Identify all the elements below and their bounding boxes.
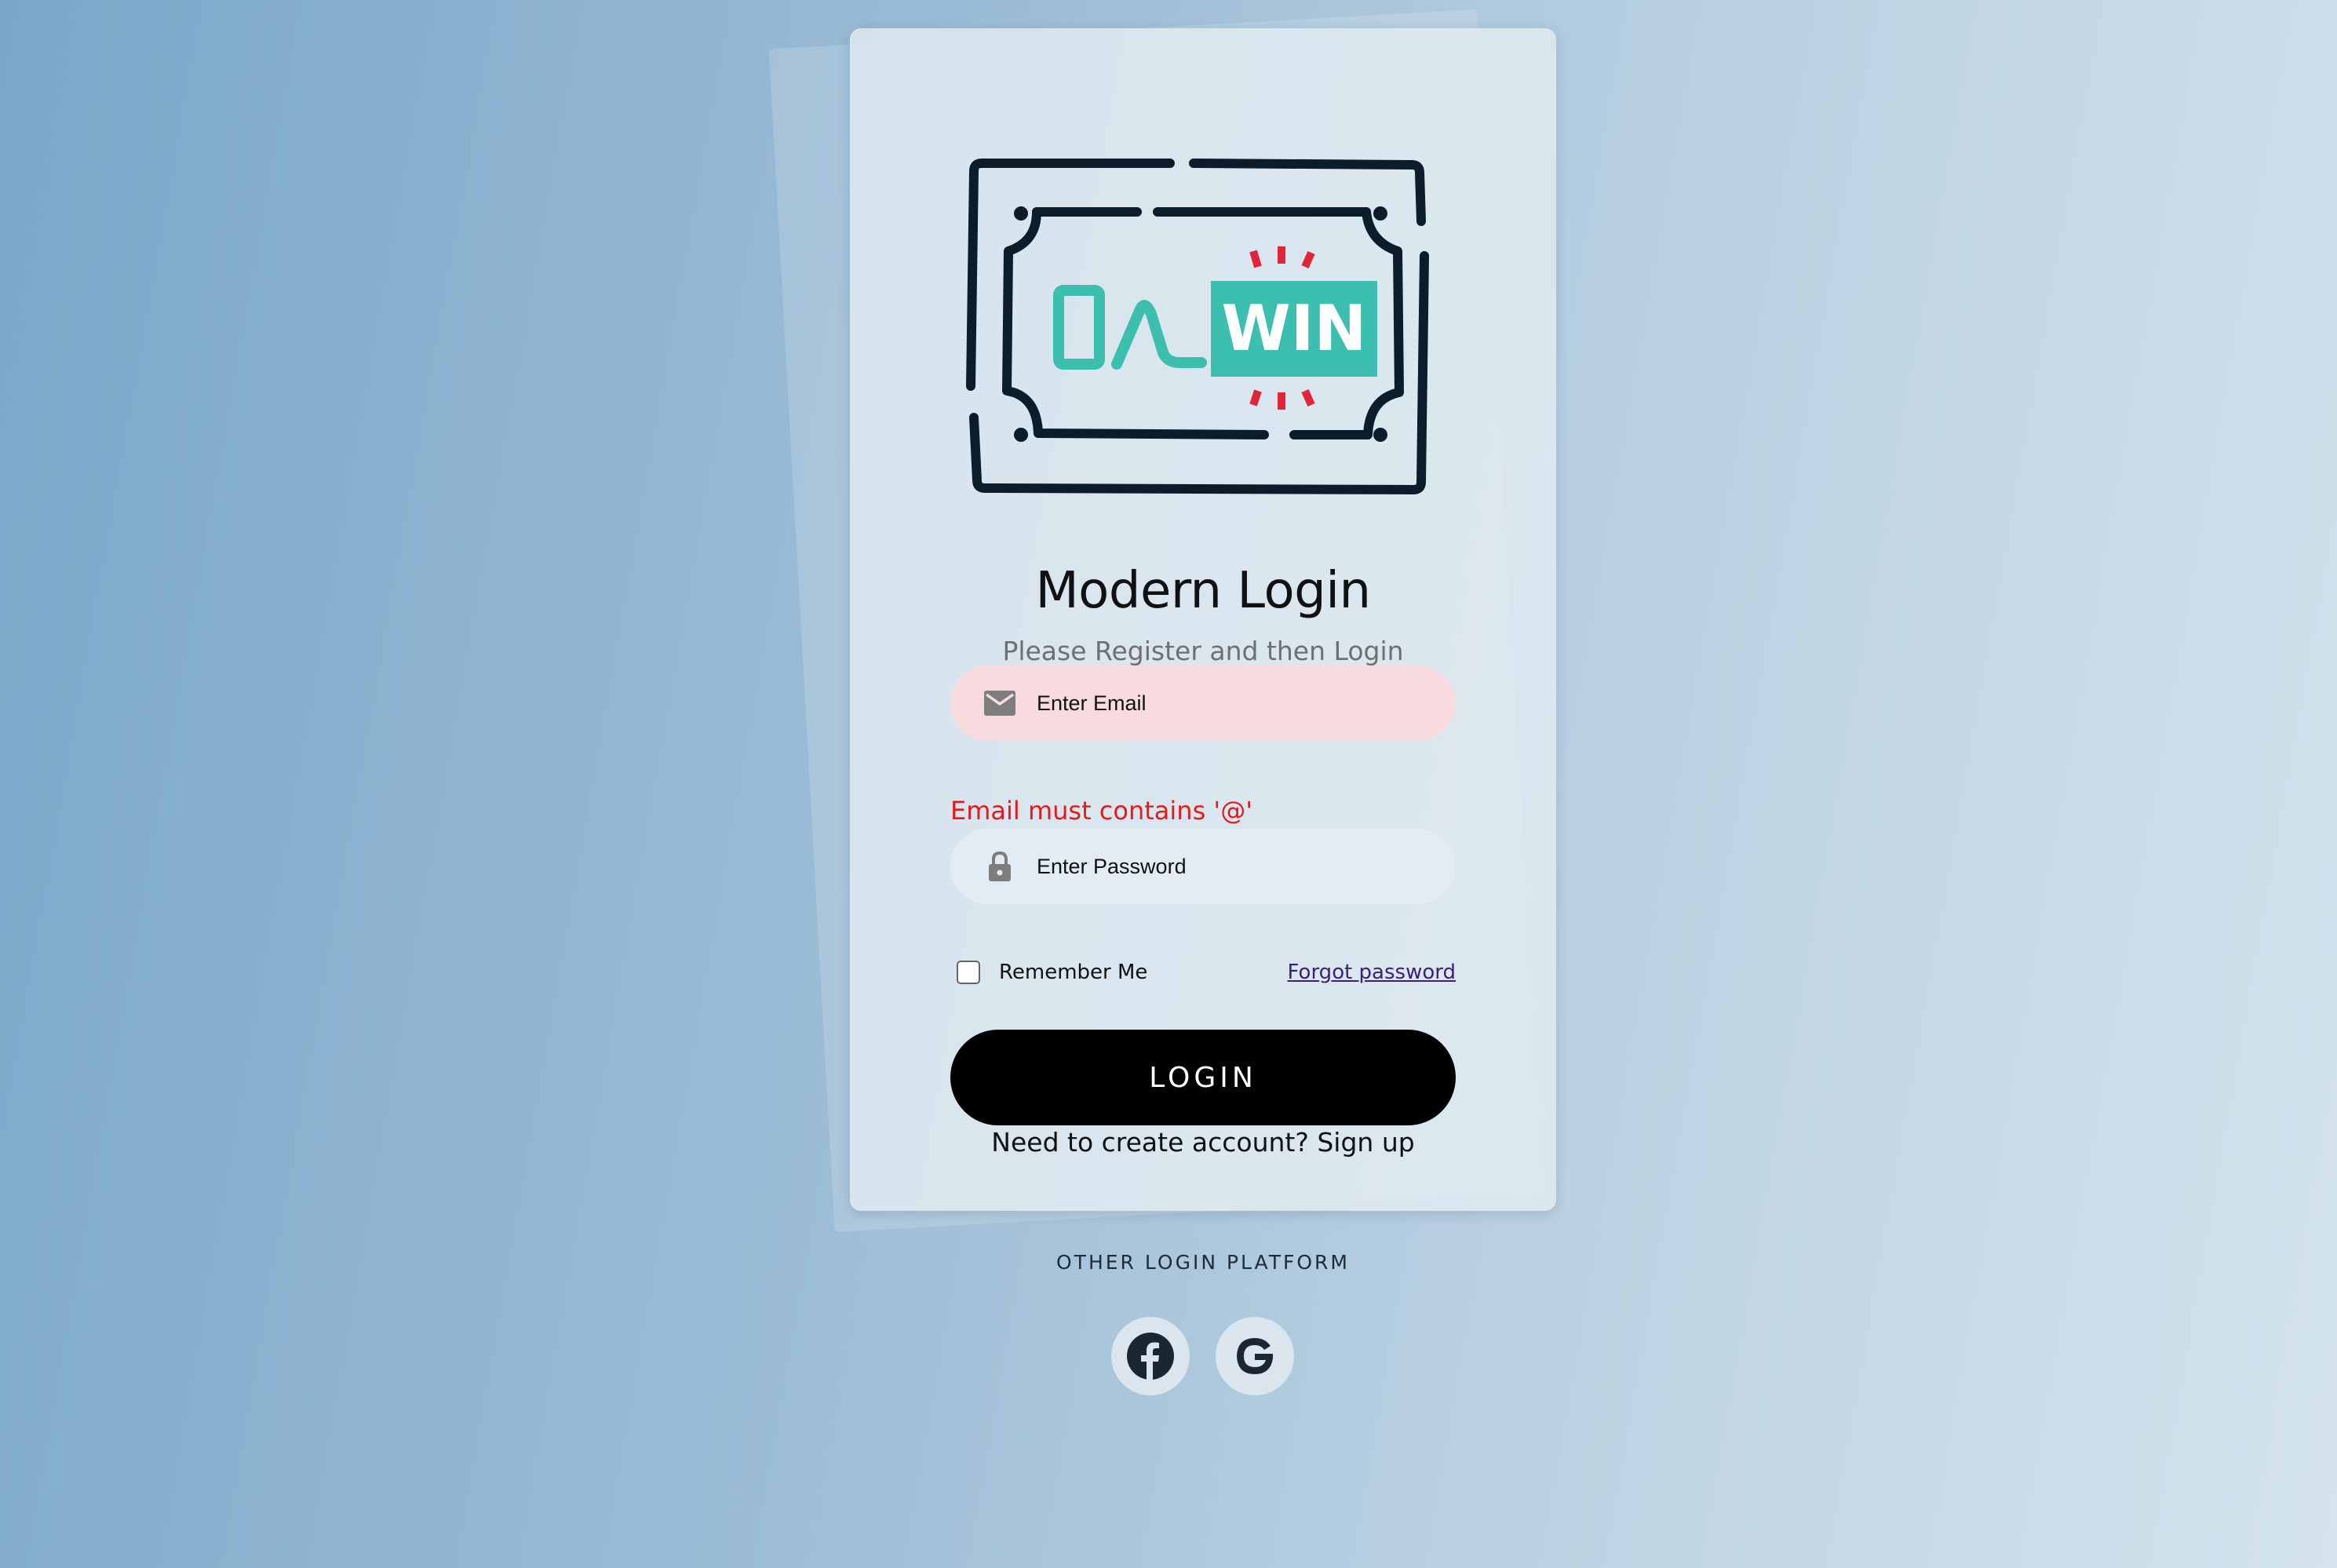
facebook-login-button[interactable] [1111, 1317, 1190, 1395]
zero-to-win-logo: WIN [966, 159, 1429, 494]
password-input[interactable] [1037, 843, 1429, 890]
mail-icon [982, 685, 1018, 721]
logo-win-text: WIN [1222, 292, 1367, 365]
other-login-heading: OTHER LOGIN PLATFORM [1056, 1251, 1350, 1274]
google-icon [1237, 1338, 1273, 1374]
email-field[interactable] [950, 665, 1456, 741]
login-button[interactable]: LOGIN [950, 1030, 1456, 1125]
page-subtitle: Please Register and then Login [1002, 636, 1404, 666]
forgot-password-link[interactable]: Forgot password [1288, 961, 1456, 984]
login-card: WIN Modern Login Please Register and the… [850, 28, 1556, 1211]
email-input[interactable] [1037, 680, 1429, 727]
facebook-icon [1127, 1333, 1174, 1380]
page-title: Modern Login [1035, 562, 1371, 620]
password-field[interactable] [950, 829, 1456, 904]
remember-me-checkbox[interactable] [957, 961, 980, 984]
lock-icon [982, 848, 1018, 884]
signup-prompt[interactable]: Need to create account? Sign up [850, 1127, 1556, 1158]
remember-me-label: Remember Me [999, 961, 1148, 984]
email-error-message: Email must contains '@' [950, 796, 1253, 826]
remember-me[interactable]: Remember Me [957, 961, 1147, 984]
google-login-button[interactable] [1216, 1317, 1294, 1395]
